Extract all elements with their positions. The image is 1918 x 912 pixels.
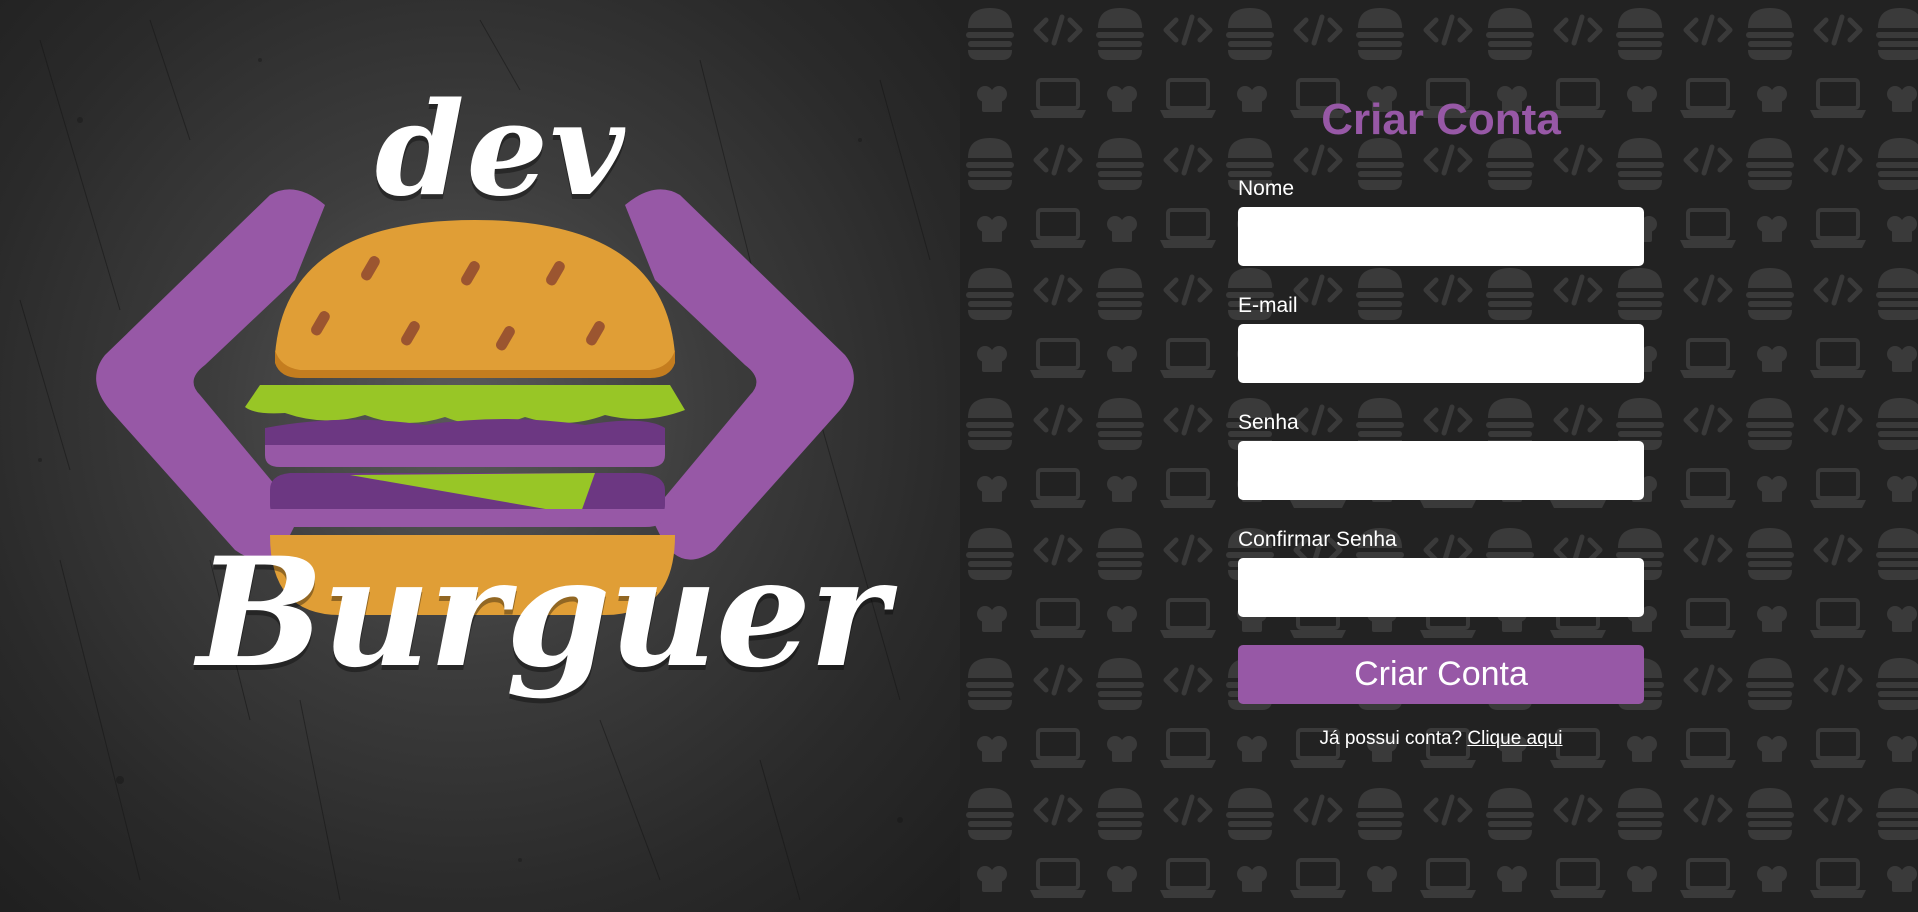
signup-page: dev Burguer Criar Conta Nome E-mail Senh… (0, 0, 1918, 912)
password-field-group: Senha (1238, 411, 1644, 500)
password-label: Senha (1238, 411, 1299, 434)
confirm-password-field-group: Confirmar Senha (1238, 528, 1644, 617)
logo-word-dev: dev (375, 75, 627, 225)
signup-form: Criar Conta Nome E-mail Senha Confirmar … (1238, 95, 1644, 750)
email-input[interactable] (1238, 324, 1644, 383)
email-field-group: E-mail (1238, 294, 1644, 383)
dev-burguer-logo: dev Burguer (85, 75, 888, 755)
confirm-password-input[interactable] (1238, 558, 1644, 617)
logo-word-burguer: Burguer (197, 525, 888, 701)
brand-panel: dev Burguer (0, 0, 960, 912)
form-title: Criar Conta (1321, 95, 1561, 144)
name-field-group: Nome (1238, 177, 1644, 266)
name-input[interactable] (1238, 207, 1644, 266)
name-label: Nome (1238, 177, 1295, 200)
login-prompt-text: Já possui conta? (1319, 728, 1463, 749)
signup-panel: Criar Conta Nome E-mail Senha Confirmar … (960, 0, 1918, 912)
top-bun-shape (275, 220, 675, 370)
login-prompt: Já possui conta? Clique aqui (1238, 728, 1644, 750)
create-account-button[interactable]: Criar Conta (1238, 645, 1644, 704)
lettuce-shape (245, 385, 685, 425)
confirm-password-label: Confirmar Senha (1238, 528, 1397, 551)
password-input[interactable] (1238, 441, 1644, 500)
email-label: E-mail (1238, 294, 1298, 317)
login-link[interactable]: Clique aqui (1467, 728, 1562, 749)
